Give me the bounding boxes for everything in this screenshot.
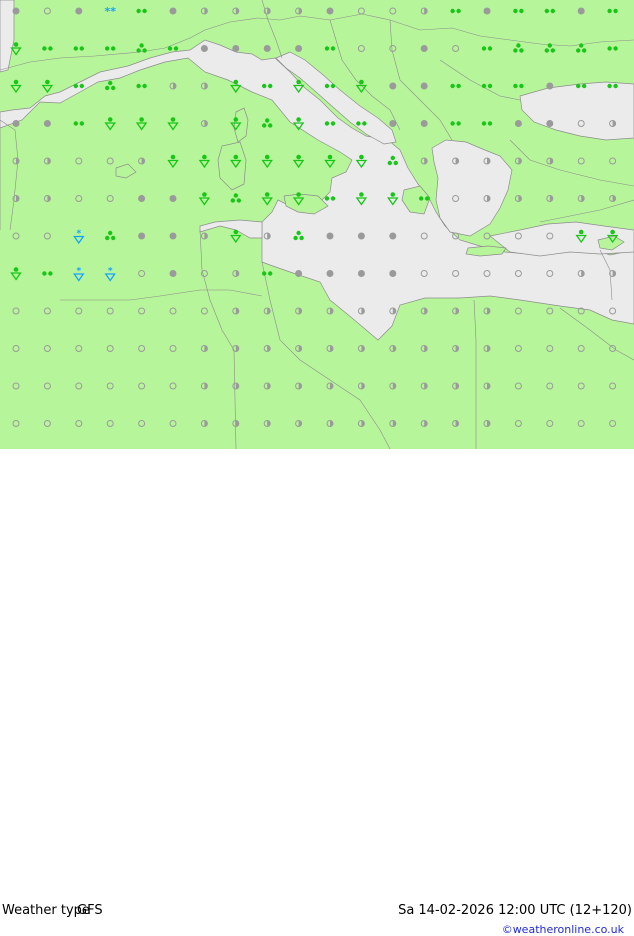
cloudy-icon — [200, 45, 208, 52]
cloudy-icon — [357, 270, 365, 277]
cloudy-icon — [546, 82, 554, 90]
cloudy-icon — [420, 82, 428, 90]
cloudy-icon — [12, 7, 20, 15]
cloudy-icon — [389, 270, 397, 277]
cloudy-icon — [138, 232, 146, 240]
cloudy-icon — [420, 120, 428, 127]
credit-link[interactable]: ©weatheronline.co.uk — [502, 923, 624, 936]
cloudy-icon — [577, 7, 585, 15]
snow-icon: ** — [104, 5, 116, 18]
svg-text:**: ** — [104, 5, 116, 18]
cloudy-icon — [43, 120, 51, 127]
cloudy-icon — [263, 45, 271, 52]
cloudy-icon — [12, 120, 20, 127]
cloudy-icon — [169, 7, 177, 15]
cloudy-icon — [389, 232, 397, 240]
cloudy-icon — [326, 270, 334, 277]
svg-text:*: * — [108, 267, 113, 277]
weather-map: **** * — [0, 0, 634, 449]
cloudy-icon — [169, 270, 177, 277]
cloudy-icon — [420, 45, 428, 52]
cloudy-icon — [326, 7, 334, 15]
cloudy-icon — [75, 7, 83, 15]
cloudy-icon — [514, 120, 522, 127]
cloudy-icon — [138, 195, 146, 202]
model-name: GFS — [77, 903, 103, 918]
cloudy-icon — [169, 232, 177, 240]
cloudy-icon — [295, 270, 303, 277]
svg-text:*: * — [76, 267, 81, 277]
cloudy-icon — [389, 120, 397, 127]
cloudy-icon — [232, 45, 240, 52]
cloudy-icon — [326, 232, 334, 240]
cloudy-icon — [295, 45, 303, 52]
cloudy-icon — [546, 120, 554, 127]
cloudy-icon — [483, 7, 491, 15]
svg-text:*: * — [76, 229, 81, 239]
crete — [465, 245, 507, 257]
cloudy-icon — [357, 232, 365, 240]
cloudy-icon — [389, 82, 397, 90]
footer: Weather type GFS Sa 14-02-2026 12:00 UTC… — [0, 449, 634, 936]
valid-time: Sa 14-02-2026 12:00 UTC (12+120) — [398, 903, 632, 918]
cloudy-icon — [169, 195, 177, 202]
